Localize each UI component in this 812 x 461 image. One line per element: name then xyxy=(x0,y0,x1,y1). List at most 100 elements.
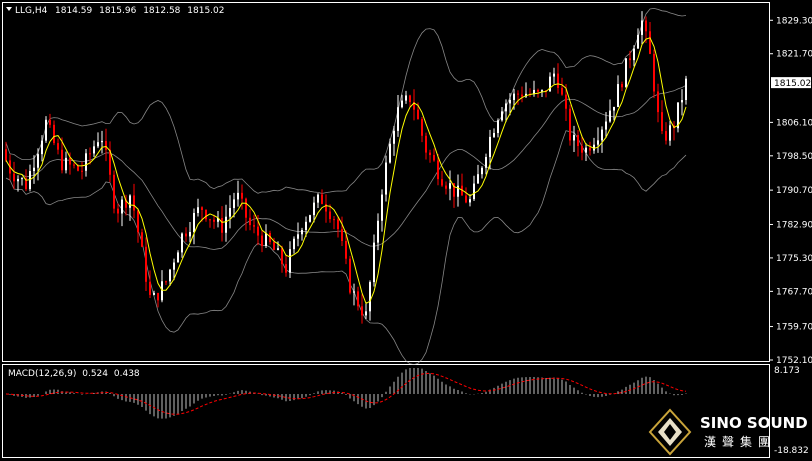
candle-body xyxy=(653,53,655,92)
candle-body xyxy=(289,249,291,273)
symbol-timeframe: LLG,H4 xyxy=(15,6,48,16)
candle-body xyxy=(153,293,155,295)
candle-body xyxy=(381,194,383,221)
candle-body xyxy=(241,192,243,199)
candle-body xyxy=(249,217,251,226)
candle-body xyxy=(521,94,523,97)
macd-axis-bottom: -18.832 xyxy=(774,446,809,456)
candle-body xyxy=(273,242,275,250)
candle-body xyxy=(597,140,599,145)
candle-body xyxy=(517,93,519,95)
candle-body xyxy=(625,58,627,88)
candle-body xyxy=(261,235,263,246)
price-tick-label: 1821.70 xyxy=(776,50,812,60)
svg-text:1815.02: 1815.02 xyxy=(774,79,811,89)
candle-body xyxy=(145,246,147,282)
candle-body xyxy=(389,143,391,163)
candle-body xyxy=(185,233,187,237)
candle-body xyxy=(85,153,87,171)
candle-body xyxy=(585,147,587,153)
candle-body xyxy=(265,232,267,246)
candle-body xyxy=(429,152,431,156)
candle-body xyxy=(237,192,239,200)
candle-body xyxy=(573,135,575,141)
candle-body xyxy=(333,219,335,221)
macd-signal-value: 0.438 xyxy=(114,369,140,379)
candle-body xyxy=(681,100,683,103)
candle-body xyxy=(341,229,343,241)
price-tick-label: 1782.90 xyxy=(776,220,812,230)
candle-body xyxy=(149,281,151,295)
candle-body xyxy=(645,20,647,32)
candle-body xyxy=(361,306,363,316)
candle-body xyxy=(97,142,99,147)
candle-body xyxy=(33,167,35,172)
candle-body xyxy=(105,140,107,150)
candle-body xyxy=(445,185,447,189)
candle-body xyxy=(385,162,387,195)
candle-body xyxy=(621,84,623,88)
candle-body xyxy=(141,232,143,247)
candle-body xyxy=(513,93,515,100)
candle-body xyxy=(53,124,55,144)
ohlc-close: 1815.02 xyxy=(187,6,224,16)
candle-body xyxy=(81,170,83,172)
candle-body xyxy=(189,232,191,237)
price-tick-label: 1775.30 xyxy=(776,254,812,264)
candle-body xyxy=(565,94,567,109)
macd-main-value: 0.524 xyxy=(82,369,108,379)
candle-body xyxy=(421,119,423,136)
candle-body xyxy=(69,157,71,165)
price-tick-label: 1767.70 xyxy=(776,287,812,297)
candle-body xyxy=(469,199,471,203)
candle-body xyxy=(405,95,407,101)
candle-body xyxy=(537,89,539,92)
candle-body xyxy=(609,110,611,122)
price-tick-label: 1829.30 xyxy=(776,16,812,26)
candle-body xyxy=(345,240,347,259)
candle-body xyxy=(41,140,43,155)
candle-body xyxy=(437,160,439,180)
candle-body xyxy=(613,106,615,111)
candle-body xyxy=(377,220,379,243)
candle-body xyxy=(401,100,403,108)
candle-body xyxy=(641,20,643,35)
candle-body xyxy=(505,103,507,112)
candle-body xyxy=(589,147,591,151)
candle-body xyxy=(221,217,223,233)
candle-body xyxy=(89,153,91,155)
candle-body xyxy=(169,269,171,282)
candle-body xyxy=(5,149,7,161)
candle-body xyxy=(161,281,163,301)
candle-body xyxy=(501,111,503,121)
price-tick-label: 1790.70 xyxy=(776,186,812,196)
candle-body xyxy=(157,293,159,301)
candle-body xyxy=(581,146,583,153)
candle-body xyxy=(509,99,511,104)
candle-body xyxy=(313,202,315,216)
candle-body xyxy=(409,95,411,103)
candle-body xyxy=(301,230,303,235)
candle-body xyxy=(257,226,259,236)
chart-header: LLG,H4 1814.59 1815.96 1812.58 1815.02 xyxy=(6,6,225,16)
ohlc-high: 1815.96 xyxy=(99,6,136,16)
candle-body xyxy=(229,208,231,217)
candle-body xyxy=(637,34,639,49)
candle-body xyxy=(569,108,571,141)
candle-body xyxy=(605,121,607,130)
candle-body xyxy=(181,233,183,253)
candle-body xyxy=(253,225,255,227)
candle-body xyxy=(685,78,687,101)
candle-body xyxy=(393,130,395,144)
trading-chart[interactable]: 1829.30 1821.70 1806.10 1798.50 1790.70 1782.… xyxy=(0,0,812,461)
candle-body xyxy=(329,211,331,220)
candle-body xyxy=(113,174,115,209)
candle-body xyxy=(205,209,207,220)
candle-body xyxy=(277,248,279,250)
candle-body xyxy=(337,219,339,230)
candle-body xyxy=(449,183,451,189)
candle-body xyxy=(493,132,495,137)
candle-body xyxy=(321,194,323,204)
candle-body xyxy=(61,149,63,171)
candle-body xyxy=(293,238,295,250)
